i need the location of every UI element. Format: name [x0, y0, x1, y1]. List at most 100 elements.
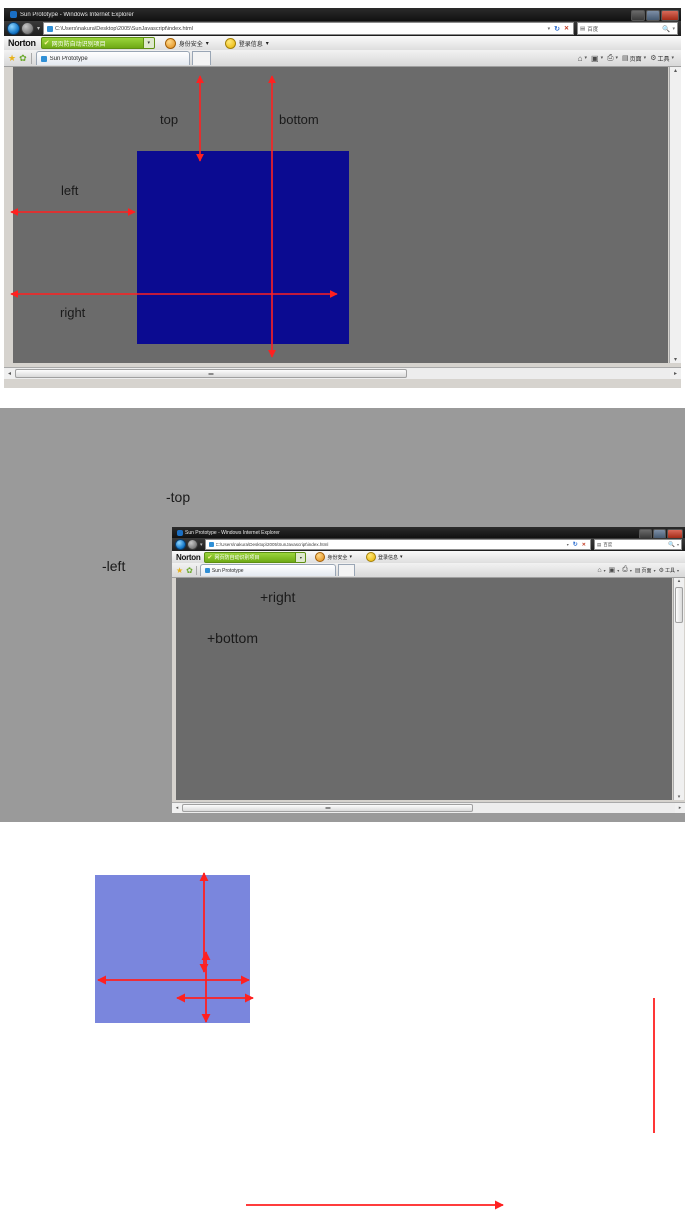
norton-status-caret[interactable]: ▾ — [295, 552, 306, 562]
url-dropdown-icon[interactable]: ▾ — [548, 26, 551, 32]
horizontal-scrollbar[interactable]: ◂ ▸ — [172, 802, 685, 813]
stop-icon[interactable]: ✕ — [564, 25, 569, 32]
url-input[interactable]: C:\Users\nakura\Desktop\2005\SunJavascri… — [43, 22, 574, 35]
scroll-thumb[interactable] — [675, 587, 683, 623]
scroll-right-arrow[interactable]: ▸ — [675, 803, 685, 813]
search-input[interactable]: ▤ 百度 🔍 ▾ — [577, 22, 678, 35]
scroll-down-arrow[interactable]: ▾ — [670, 356, 681, 363]
scroll-thumb[interactable] — [15, 369, 407, 378]
recent-pages-icon[interactable]: ▾ — [200, 542, 203, 548]
forward-button[interactable] — [21, 22, 34, 35]
label-neg-top: -top — [166, 489, 191, 505]
favorites-bar-icon[interactable]: ✿ — [19, 53, 27, 64]
chevron-down-icon[interactable]: ▾ — [671, 55, 674, 61]
new-tab-button[interactable] — [191, 51, 211, 65]
tools-icon[interactable]: ⚙ — [650, 54, 656, 62]
norton-status-bar[interactable]: ✔ 网页防自动识别项目 ▾ — [204, 551, 307, 563]
toolbar-separator — [30, 52, 32, 64]
search-icon[interactable]: 🔍 — [668, 542, 675, 548]
scroll-down-arrow[interactable]: ▾ — [674, 794, 684, 800]
search-dropdown-icon[interactable]: ▾ — [677, 542, 679, 547]
close-button[interactable] — [661, 10, 679, 21]
chevron-down-icon[interactable]: ▾ — [630, 568, 632, 573]
back-button[interactable] — [7, 22, 20, 35]
minimize-button[interactable] — [631, 10, 645, 21]
search-dropdown-icon[interactable]: ▾ — [672, 26, 675, 32]
search-icon[interactable]: 🔍 — [662, 25, 670, 33]
panel-positive-offsets: Sun Prototype - Windows Internet Explore… — [0, 0, 685, 392]
tools-menu-label[interactable]: 工具 — [657, 54, 669, 63]
norton-tool-label: 登录信息 — [238, 41, 263, 48]
scroll-left-arrow[interactable]: ◂ — [172, 803, 182, 813]
scroll-left-arrow[interactable]: ◂ — [4, 368, 15, 379]
vertical-scrollbar[interactable]: ▴ ▾ — [669, 67, 681, 363]
back-button[interactable] — [175, 539, 186, 550]
chevron-down-icon[interactable]: ▾ — [616, 55, 619, 61]
chevron-down-icon[interactable]: ▾ — [400, 554, 403, 560]
chevron-down-icon[interactable]: ▾ — [601, 55, 604, 61]
forward-button[interactable] — [187, 539, 198, 550]
tools-menu-label[interactable]: 工具 — [665, 567, 675, 574]
scroll-grip — [208, 372, 214, 375]
tab-sun-prototype[interactable]: Sun Prototype — [35, 51, 190, 65]
chevron-down-icon[interactable]: ▾ — [604, 568, 606, 573]
scroll-track[interactable] — [15, 368, 670, 379]
scroll-up-arrow[interactable]: ▴ — [670, 67, 681, 74]
chevron-down-icon[interactable]: ▾ — [654, 568, 656, 573]
chevron-down-icon[interactable]: ▾ — [644, 55, 647, 61]
print-icon[interactable]: ⎙ — [622, 566, 628, 574]
horizontal-scrollbar[interactable]: ◂ ▸ — [4, 367, 681, 379]
recent-pages-icon[interactable]: ▾ — [37, 25, 40, 32]
smiley-icon — [365, 552, 376, 562]
chevron-down-icon[interactable]: ▾ — [677, 568, 679, 573]
minimize-button[interactable] — [639, 528, 652, 539]
tools-icon[interactable]: ⚙ — [659, 567, 664, 574]
add-favorite-icon[interactable]: ★ — [176, 566, 183, 575]
home-icon[interactable]: ⌂ — [578, 54, 583, 63]
tab-favicon — [204, 568, 210, 573]
norton-status-caret[interactable]: ▾ — [142, 38, 154, 48]
home-icon[interactable]: ⌂ — [597, 567, 601, 574]
tab-sun-prototype[interactable]: Sun Prototype — [199, 564, 336, 576]
chevron-down-icon[interactable]: ▾ — [349, 554, 352, 560]
norton-tool-logins[interactable]: 登录信息 ▾ — [365, 552, 403, 562]
refresh-icon[interactable]: ↻ — [573, 541, 578, 548]
norton-status-bar[interactable]: ✔ 网页防自动识别项目 ▾ — [40, 37, 155, 49]
scroll-track[interactable] — [182, 803, 675, 813]
shield-icon — [164, 37, 176, 49]
shield-icon — [315, 552, 326, 562]
feeds-icon[interactable]: ▣ — [609, 566, 616, 574]
url-dropdown-icon[interactable]: ▾ — [567, 542, 569, 547]
smiley-icon — [224, 37, 236, 49]
norton-tool-logins[interactable]: 登录信息 ▾ — [224, 37, 269, 49]
chevron-down-icon[interactable]: ▾ — [617, 568, 619, 573]
maximize-button[interactable] — [653, 528, 666, 539]
page-menu-label[interactable]: 页面 — [630, 54, 642, 63]
scroll-right-arrow[interactable]: ▸ — [670, 368, 681, 379]
norton-tool-identity[interactable]: 身份安全 ▾ — [164, 37, 209, 49]
scroll-up-arrow[interactable]: ▴ — [674, 578, 684, 584]
tab-favicon — [40, 55, 47, 62]
norton-tool-identity[interactable]: 身份安全 ▾ — [315, 552, 352, 562]
search-input[interactable]: ▤ 百度 🔍 ▾ — [594, 539, 682, 550]
close-button[interactable] — [667, 528, 683, 539]
url-input[interactable]: C:\Users\nakura\Desktop\2005\SunJavascri… — [204, 539, 591, 550]
page-menu-label[interactable]: 页面 — [642, 567, 652, 574]
scroll-thumb[interactable] — [182, 804, 473, 812]
chevron-down-icon[interactable]: ▾ — [585, 55, 588, 61]
vertical-scrollbar[interactable]: ▴ ▾ — [673, 578, 684, 800]
print-icon[interactable]: ⎙ — [607, 53, 613, 63]
tab-label: Sun Prototype — [49, 55, 88, 62]
refresh-icon[interactable]: ↻ — [554, 25, 560, 33]
add-favorite-icon[interactable]: ★ — [8, 53, 16, 64]
new-tab-button[interactable] — [337, 564, 355, 576]
page-icon[interactable]: ▤ — [635, 567, 641, 574]
feeds-icon[interactable]: ▣ — [591, 54, 599, 63]
page-favicon — [47, 25, 54, 32]
maximize-button[interactable] — [646, 10, 660, 21]
chevron-down-icon[interactable]: ▾ — [206, 40, 209, 47]
favorites-bar-icon[interactable]: ✿ — [186, 566, 193, 575]
page-icon[interactable]: ▤ — [622, 54, 629, 62]
chevron-down-icon[interactable]: ▾ — [266, 40, 269, 47]
stop-icon[interactable]: ✕ — [582, 542, 586, 548]
